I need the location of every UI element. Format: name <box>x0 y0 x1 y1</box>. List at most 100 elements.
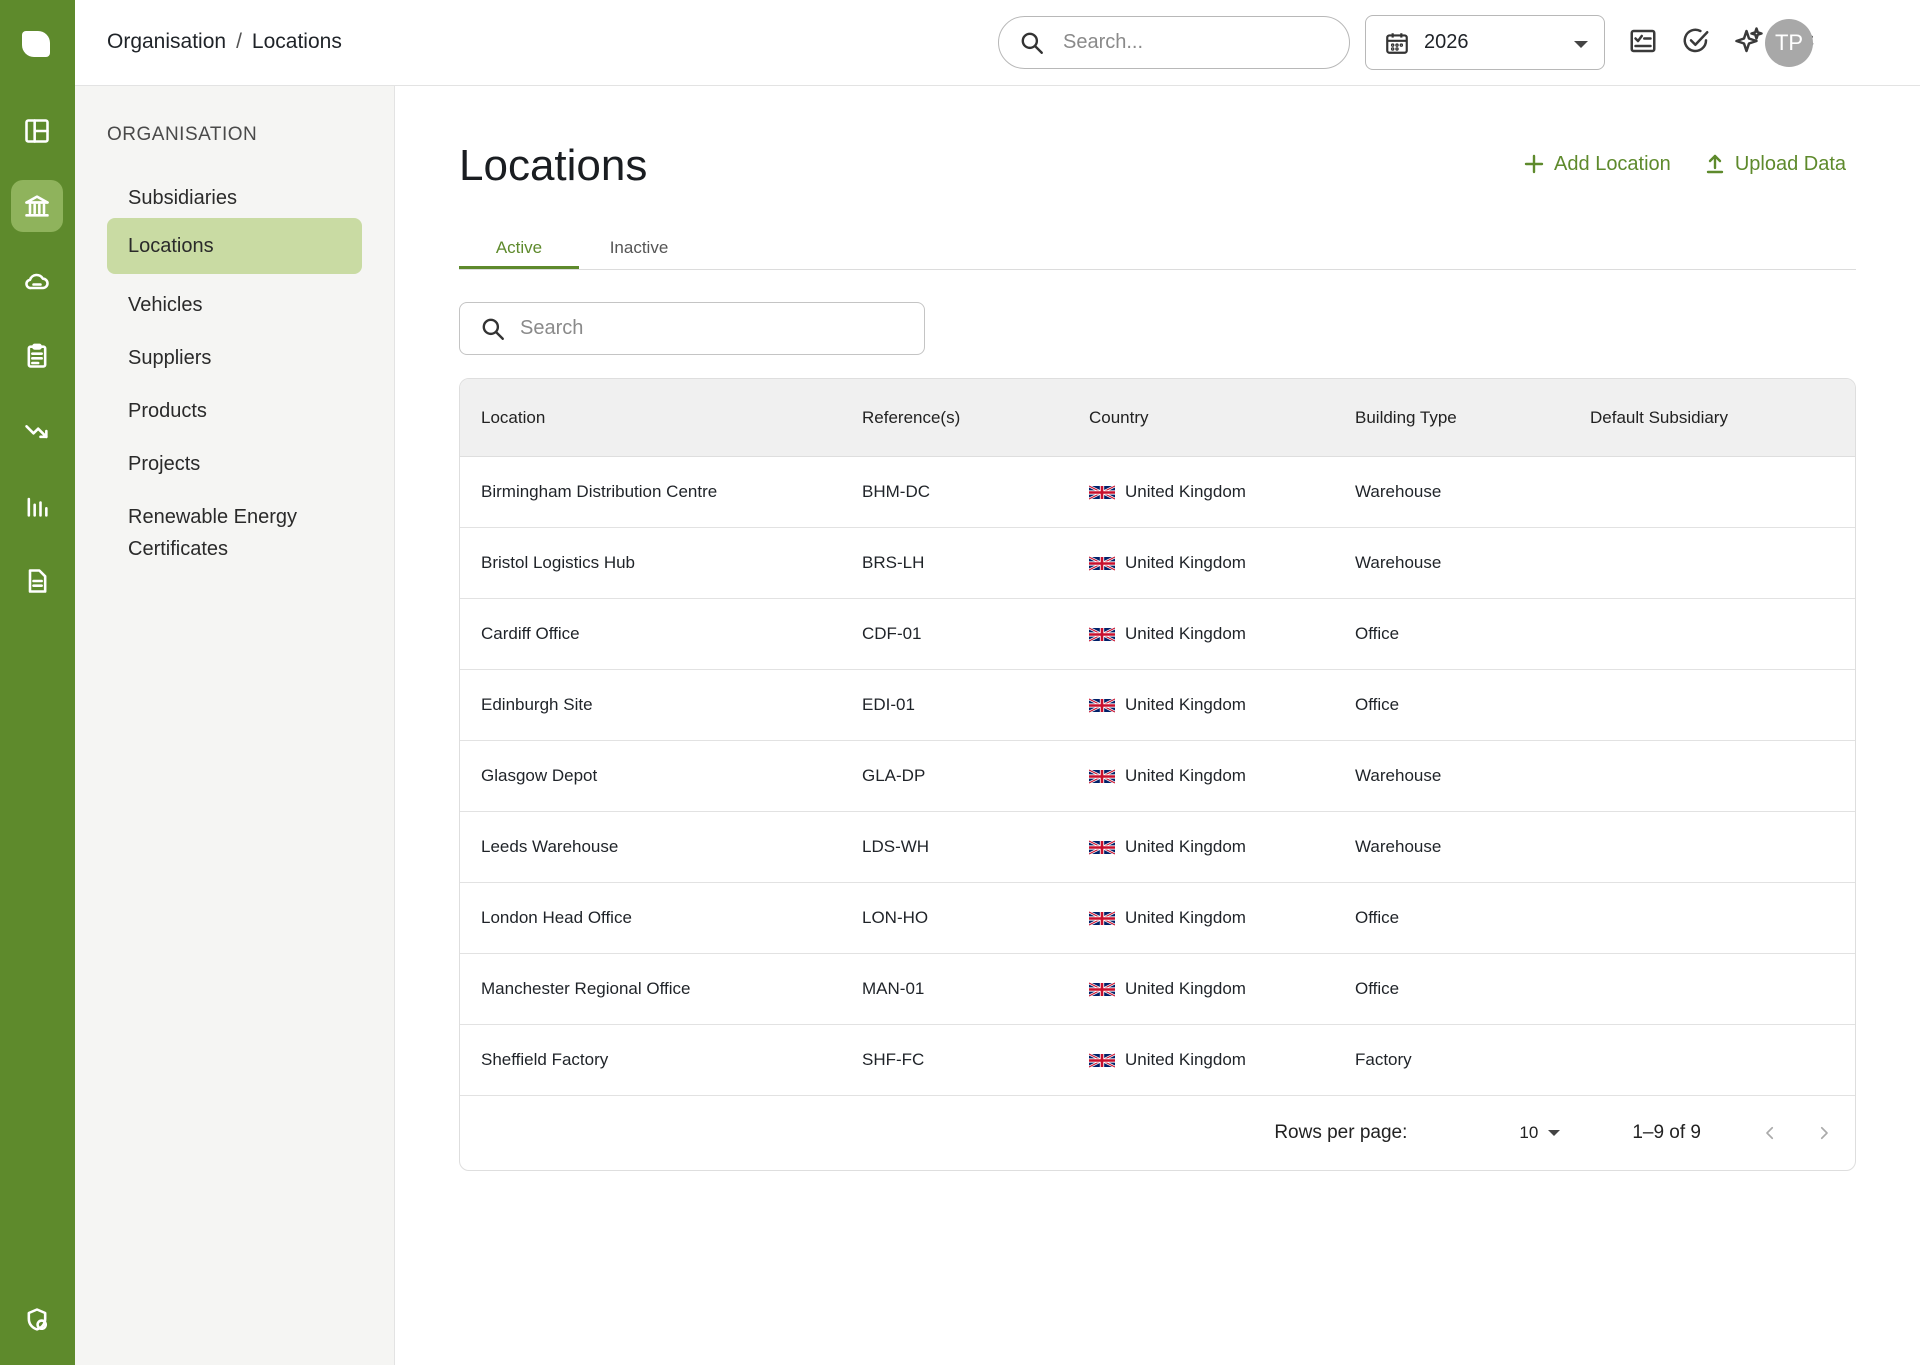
bar-chart-icon[interactable] <box>11 480 63 532</box>
rows-per-page-label: Rows per page: <box>1274 1122 1408 1143</box>
tab-inactive[interactable]: Inactive <box>579 226 699 269</box>
cell-reference: LON-HO <box>862 908 929 927</box>
cell-reference: MAN-01 <box>862 979 925 998</box>
country-label: United Kingdom <box>1125 553 1246 572</box>
country-label: United Kingdom <box>1125 482 1246 501</box>
dashboard-icon[interactable] <box>11 105 63 157</box>
cell-building-type: Office <box>1355 908 1400 927</box>
table-row[interactable]: Sheffield Factory SHF-FC United Kingdom Fac… <box>460 1025 1855 1096</box>
year-value: 2026 <box>1424 31 1469 53</box>
sidebar-item-renewable-energy-certificates[interactable]: Renewable Energy Certificates <box>107 489 362 577</box>
tab-active[interactable]: Active <box>459 226 579 269</box>
organisation-icon[interactable] <box>11 180 63 232</box>
cell-reference: GLA-DP <box>862 766 926 785</box>
plus-icon <box>1524 154 1544 174</box>
uk-flag-icon <box>1089 484 1115 500</box>
global-search-input[interactable] <box>1063 31 1333 54</box>
cell-country: United Kingdom <box>1089 908 1355 928</box>
sidebar-item-projects[interactable]: Projects <box>107 436 362 492</box>
trend-down-icon[interactable] <box>11 405 63 457</box>
cell-country: United Kingdom <box>1089 624 1355 644</box>
country-label: United Kingdom <box>1125 908 1246 927</box>
chevron-down-icon <box>1574 41 1588 48</box>
cell-country: United Kingdom <box>1089 1050 1355 1070</box>
sidebar-item-vehicles[interactable]: Vehicles <box>107 277 362 333</box>
table-row[interactable]: Manchester Regional Office MAN-01 United K… <box>460 954 1855 1025</box>
calendar-icon <box>1386 32 1408 54</box>
table-row[interactable]: Cardiff Office CDF-01 United Kingdom Office <box>460 599 1855 670</box>
add-location-button[interactable]: Add Location <box>1522 152 1671 176</box>
cell-building-type: Office <box>1355 979 1400 998</box>
upload-data-button[interactable]: Upload Data <box>1703 152 1846 176</box>
sparkle-icon[interactable] <box>1734 26 1768 60</box>
column-header-building-type[interactable]: Building Type <box>1355 408 1590 428</box>
column-header-references[interactable]: Reference(s) <box>862 408 1089 428</box>
avatar[interactable]: TP <box>1765 19 1813 67</box>
chevron-down-icon <box>1548 1130 1561 1136</box>
sidebar-item-suppliers[interactable]: Suppliers <box>107 330 362 386</box>
check-circle-icon[interactable] <box>1681 26 1715 60</box>
column-header-country[interactable]: Country <box>1089 408 1355 428</box>
breadcrumb-locations: Locations <box>251 30 342 53</box>
global-search[interactable] <box>998 16 1350 69</box>
upload-data-label: Upload Data <box>1734 152 1846 175</box>
country-label: United Kingdom <box>1125 837 1246 856</box>
cell-location: Glasgow Depot <box>481 766 598 785</box>
uk-flag-icon <box>1089 1052 1115 1068</box>
cell-location: Leeds Warehouse <box>481 837 619 856</box>
search-icon <box>1021 32 1043 54</box>
table-row[interactable]: Birmingham Distribution Centre BHM-DC Unit… <box>460 457 1855 528</box>
country-label: United Kingdom <box>1125 979 1246 998</box>
pagination: Rows per page: 10 1–9 of 9 <box>460 1096 1855 1170</box>
shield-user-icon[interactable] <box>11 1294 63 1346</box>
page-title: Locations <box>459 141 648 190</box>
breadcrumb-separator: / <box>236 30 242 53</box>
cloud-icon[interactable] <box>11 255 63 307</box>
uk-flag-icon <box>1089 626 1115 642</box>
cell-building-type: Factory <box>1355 1050 1412 1069</box>
locations-table: Location Reference(s) Country Building T… <box>459 378 1856 1171</box>
cell-reference: SHF-FC <box>862 1050 925 1069</box>
table-row[interactable]: Bristol Logistics Hub BRS-LH United Kingdo… <box>460 528 1855 599</box>
cell-country: United Kingdom <box>1089 695 1355 715</box>
chevron-right-icon[interactable] <box>1815 1124 1833 1142</box>
table-search-input[interactable] <box>520 317 900 340</box>
sidebar-heading: ORGANISATION <box>107 124 258 145</box>
document-icon[interactable] <box>11 555 63 607</box>
cell-location: Cardiff Office <box>481 624 580 643</box>
breadcrumb-organisation[interactable]: Organisation <box>107 30 226 54</box>
table-row[interactable]: London Head Office LON-HO United Kingdom Of… <box>460 883 1855 954</box>
cell-location: Manchester Regional Office <box>481 979 691 998</box>
table-search[interactable] <box>459 302 925 355</box>
breadcrumb: Organisation / Locations <box>107 30 342 54</box>
cell-reference: CDF-01 <box>862 624 922 643</box>
table-row[interactable]: Leeds Warehouse LDS-WH United Kingdom Wareh… <box>460 812 1855 883</box>
cell-reference: LDS-WH <box>862 837 930 856</box>
cell-country: United Kingdom <box>1089 482 1355 502</box>
checklist-icon[interactable] <box>1628 26 1662 60</box>
cell-building-type: Warehouse <box>1355 766 1442 785</box>
column-header-default-subsidiary[interactable]: Default Subsidiary <box>1590 408 1850 428</box>
year-select[interactable]: 2026 <box>1365 15 1605 70</box>
column-header-location[interactable]: Location <box>460 408 862 428</box>
add-location-label: Add Location <box>1554 152 1671 175</box>
table-row[interactable]: Edinburgh Site EDI-01 United Kingdom Office <box>460 670 1855 741</box>
sidebar-item-locations[interactable]: Locations <box>107 218 362 274</box>
organisation-sidebar: ORGANISATION Subsidiaries Locations Vehi… <box>75 86 395 1365</box>
uk-flag-icon <box>1089 697 1115 713</box>
cell-location: Edinburgh Site <box>481 695 593 714</box>
table-header: Location Reference(s) Country Building T… <box>460 379 1855 457</box>
uk-flag-icon <box>1089 555 1115 571</box>
sidebar-item-products[interactable]: Products <box>107 383 362 439</box>
logo-icon[interactable] <box>22 31 50 57</box>
cell-reference: BRS-LH <box>862 553 925 572</box>
rows-per-page-select[interactable]: 10 <box>1519 1123 1561 1143</box>
country-label: United Kingdom <box>1125 624 1246 643</box>
table-row[interactable]: Glasgow Depot GLA-DP United Kingdom Warehou… <box>460 741 1855 812</box>
chevron-left-icon[interactable] <box>1761 1124 1779 1142</box>
country-label: United Kingdom <box>1125 1050 1246 1069</box>
clipboard-icon[interactable] <box>11 330 63 382</box>
cell-country: United Kingdom <box>1089 837 1355 857</box>
cell-building-type: Warehouse <box>1355 482 1442 501</box>
left-rail <box>0 0 75 1365</box>
